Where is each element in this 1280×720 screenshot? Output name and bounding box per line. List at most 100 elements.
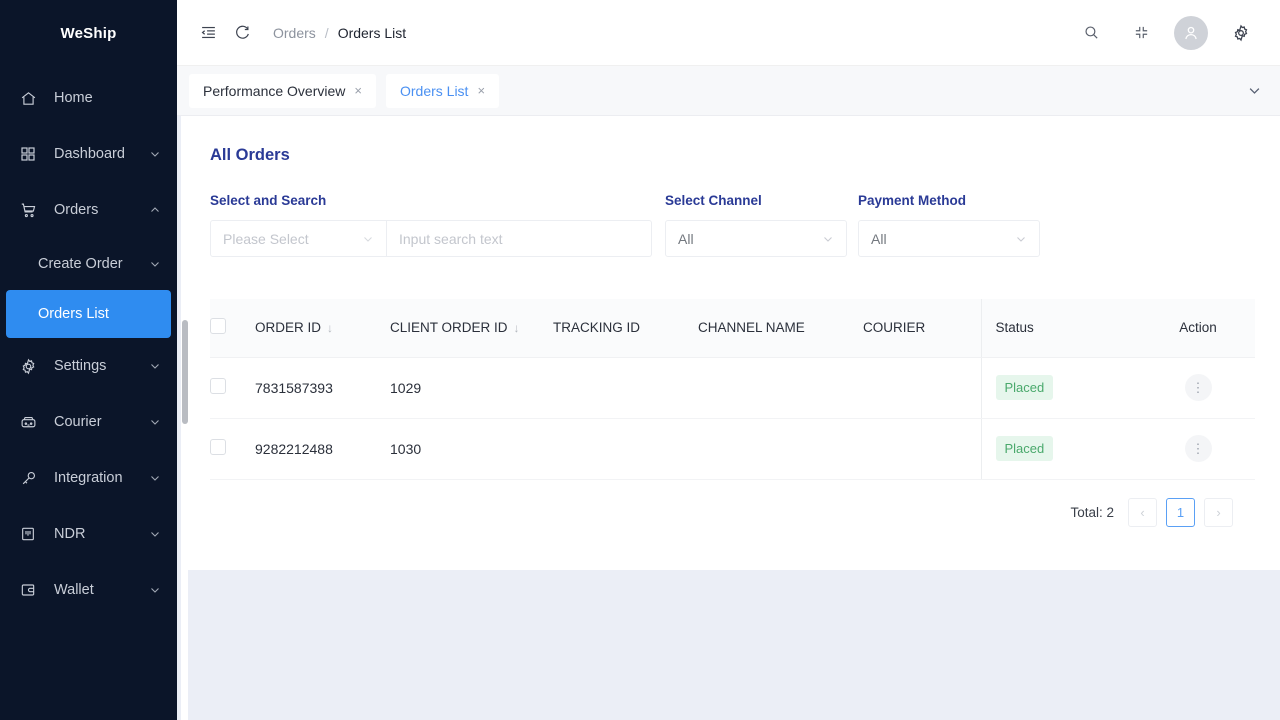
orders-panel: All Orders Select and Search Please Sele…	[188, 116, 1280, 570]
column-client-order-id[interactable]: CLIENT ORDER ID ↓	[390, 299, 553, 358]
sidebar-item-settings[interactable]: Settings	[0, 338, 177, 394]
column-label: COURIER	[863, 320, 926, 336]
table-header-row: ORDER ID ↓ CLIENT ORDER ID ↓ TRACKING ID…	[210, 299, 1255, 358]
page-number-button[interactable]: 1	[1166, 497, 1195, 527]
column-status: Status	[980, 299, 1141, 358]
filter-payment-method: Payment Method All	[858, 193, 1040, 257]
cell-status: Placed	[980, 418, 1141, 480]
column-action: Action	[1141, 299, 1255, 358]
sidebar-item-label: Orders	[54, 202, 99, 218]
sidebar-item-label: Home	[54, 90, 93, 106]
column-label: Status	[995, 320, 1034, 336]
tab-label: Orders List	[399, 82, 469, 99]
cell-client-order-id: 1030	[390, 418, 553, 480]
sidebar-item-label: Courier	[54, 414, 102, 430]
breadcrumb-separator: /	[324, 24, 329, 41]
orders-table: ORDER ID ↓ CLIENT ORDER ID ↓ TRACKING ID…	[210, 299, 1255, 480]
cell-order-id: 9282212488	[255, 418, 390, 480]
search-field-select[interactable]: Please Select	[210, 220, 387, 257]
sidebar-item-wallet[interactable]: Wallet	[0, 562, 177, 618]
select-all-checkbox[interactable]	[210, 318, 226, 335]
gear-icon	[20, 358, 44, 375]
wallet-icon	[20, 582, 44, 598]
avatar[interactable]	[1174, 15, 1208, 50]
row-select-cell	[210, 357, 255, 419]
column-label: Action	[1179, 320, 1217, 336]
tabs-bar: Performance Overview × Orders List ×	[177, 66, 1280, 116]
sidebar-item-ndr[interactable]: NDR	[0, 506, 177, 562]
search-input[interactable]: Input search text	[387, 220, 652, 257]
truck-icon	[20, 414, 44, 431]
cell-courier	[863, 418, 981, 480]
table-row[interactable]: 9282212488 1030 Placed ⋮	[210, 418, 1255, 480]
grid-icon	[20, 146, 44, 162]
chevron-down-icon	[149, 528, 163, 540]
sidebar: WeShip Home Dashboard Orders Create Orde…	[0, 0, 177, 720]
sidebar-subitem-label: Create Order	[38, 256, 123, 272]
sidebar-item-dashboard[interactable]: Dashboard	[0, 126, 177, 182]
breadcrumb-parent[interactable]: Orders	[273, 25, 316, 41]
close-icon[interactable]: ×	[354, 83, 362, 98]
sidebar-nav: Home Dashboard Orders Create Order Order…	[0, 66, 177, 618]
breadcrumb: Orders / Orders List	[273, 25, 406, 41]
settings-gear-icon[interactable]	[1224, 16, 1258, 50]
sort-arrow-icon[interactable]: ↓	[327, 321, 333, 335]
fullscreen-icon[interactable]	[1124, 16, 1158, 50]
table-row[interactable]: 7831587393 1029 Placed ⋮	[210, 357, 1255, 419]
column-label: CHANNEL NAME	[698, 320, 805, 336]
status-badge: Placed	[995, 375, 1054, 400]
cell-courier	[863, 357, 981, 419]
chevron-up-icon	[149, 204, 163, 216]
breadcrumb-current: Orders List	[337, 24, 407, 41]
column-label: ORDER ID	[255, 320, 322, 336]
sidebar-item-home[interactable]: Home	[0, 70, 177, 126]
cell-channel-name	[698, 357, 863, 419]
row-checkbox[interactable]	[210, 378, 226, 394]
column-label: TRACKING ID	[553, 320, 641, 336]
cell-tracking-id	[553, 418, 698, 480]
tab-orders-list[interactable]: Orders List ×	[385, 73, 500, 108]
sidebar-subitem-label: Orders List	[38, 306, 109, 322]
chevron-down-icon[interactable]	[1247, 83, 1262, 98]
search-icon[interactable]	[1074, 16, 1108, 50]
topbar: Orders / Orders List	[177, 0, 1280, 66]
sidebar-item-orders-list[interactable]: Orders List	[6, 290, 171, 338]
refresh-icon[interactable]	[225, 16, 259, 50]
cell-client-order-id: 1029	[390, 357, 553, 419]
column-order-id[interactable]: ORDER ID ↓	[255, 299, 390, 358]
sidebar-item-label: Wallet	[54, 582, 94, 598]
column-tracking-id: TRACKING ID	[553, 299, 698, 358]
row-actions-menu-icon[interactable]: ⋮	[1184, 374, 1212, 401]
filter-label: Select and Search	[210, 193, 327, 208]
sidebar-item-integration[interactable]: Integration	[0, 450, 177, 506]
select-value: All	[678, 230, 694, 247]
chevron-down-icon	[822, 233, 834, 245]
sort-arrow-icon[interactable]: ↓	[514, 321, 520, 335]
next-page-button[interactable]: ›	[1204, 497, 1233, 527]
row-actions-menu-icon[interactable]: ⋮	[1184, 435, 1212, 462]
content-area: All Orders Select and Search Please Sele…	[188, 116, 1280, 720]
filters-row: Select and Search Please Select Input se…	[210, 193, 1258, 257]
cart-icon	[20, 202, 44, 219]
tab-performance-overview[interactable]: Performance Overview ×	[189, 73, 376, 108]
prev-page-button[interactable]: ‹	[1128, 497, 1157, 527]
total-count-label: Total: 2	[1070, 504, 1114, 520]
chevron-down-icon	[149, 148, 163, 160]
column-label: CLIENT ORDER ID	[390, 320, 508, 336]
chevron-down-icon	[149, 416, 163, 428]
page-title: All Orders	[210, 146, 290, 164]
sidebar-item-courier[interactable]: Courier	[0, 394, 177, 450]
menu-fold-icon[interactable]	[191, 16, 225, 50]
close-icon[interactable]: ×	[477, 83, 485, 98]
sidebar-item-create-order[interactable]: Create Order	[0, 238, 177, 290]
chevron-down-icon	[149, 472, 163, 484]
app-root: WeShip Home Dashboard Orders Create Orde…	[0, 0, 1280, 720]
payment-method-select[interactable]: All	[858, 220, 1040, 257]
channel-select[interactable]: All	[665, 220, 847, 257]
topbar-actions	[1074, 15, 1258, 50]
brand-title: WeShip	[60, 24, 117, 42]
sidebar-item-orders[interactable]: Orders	[0, 182, 177, 238]
row-checkbox[interactable]	[210, 439, 226, 455]
plug-icon	[20, 470, 44, 487]
document-icon	[20, 526, 44, 542]
